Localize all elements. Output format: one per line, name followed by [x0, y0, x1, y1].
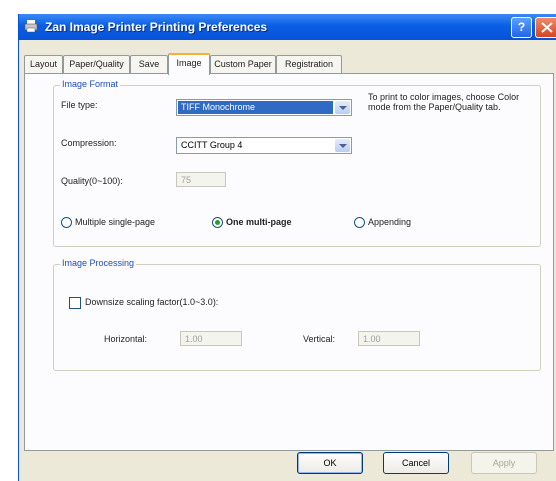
tab-save[interactable]: Save — [130, 55, 168, 73]
quality-input[interactable]: 75 — [176, 172, 226, 187]
image-tab-panel: Image Format File type: TIFF Monochrome … — [24, 73, 554, 451]
radio-multiple-single-page[interactable] — [61, 217, 72, 228]
file-type-label: File type: — [61, 100, 98, 110]
radio-one-multi-page[interactable] — [212, 217, 223, 228]
tab-registration[interactable]: Registration — [276, 55, 342, 73]
close-button[interactable] — [535, 17, 556, 38]
window-title: Zan Image Printer Printing Preferences — [45, 20, 268, 34]
image-processing-group-label: Image Processing — [60, 258, 137, 268]
compression-label: Compression: — [61, 138, 117, 148]
compression-select[interactable]: CCITT Group 4 — [176, 137, 352, 154]
radio-one-multi-page-label: One multi-page — [226, 217, 292, 227]
tab-paper-quality[interactable]: Paper/Quality — [63, 55, 130, 73]
chevron-down-icon[interactable] — [335, 101, 350, 114]
downsample-label: Downsize scaling factor(1.0~3.0): — [85, 297, 219, 307]
tab-custom-paper[interactable]: Custom Paper — [210, 55, 276, 73]
vertical-label: Vertical: — [303, 334, 336, 344]
compression-value: CCITT Group 4 — [181, 140, 243, 150]
quality-label: Quality(0~100): — [61, 176, 123, 186]
image-format-group: Image Format File type: TIFF Monochrome … — [53, 79, 541, 247]
file-type-value: TIFF Monochrome — [178, 101, 333, 114]
ok-button[interactable]: OK — [297, 452, 363, 474]
file-type-select[interactable]: TIFF Monochrome — [176, 99, 352, 116]
printer-icon — [24, 20, 38, 33]
printing-preferences-dialog: Zan Image Printer Printing Preferences ?… — [18, 14, 556, 481]
radio-multiple-single-page-label: Multiple single-page — [75, 217, 156, 227]
radio-appending[interactable] — [354, 217, 365, 228]
title-bar[interactable]: Zan Image Printer Printing Preferences ? — [19, 14, 556, 40]
cancel-button[interactable]: Cancel — [383, 452, 449, 474]
image-processing-group: Image Processing Downsize scaling factor… — [53, 258, 541, 371]
help-button[interactable]: ? — [511, 17, 532, 38]
apply-button[interactable]: Apply — [471, 452, 537, 474]
close-icon — [541, 22, 553, 33]
vertical-input[interactable]: 1.00 — [358, 331, 420, 346]
tab-layout[interactable]: Layout — [24, 55, 63, 73]
horizontal-input[interactable]: 1.00 — [180, 331, 242, 346]
color-mode-hint: To print to color images, choose Color m… — [368, 92, 520, 112]
image-format-group-label: Image Format — [60, 79, 121, 89]
horizontal-label: Horizontal: — [104, 334, 148, 344]
tab-image[interactable]: Image — [168, 53, 210, 75]
chevron-down-icon[interactable] — [335, 139, 350, 152]
radio-appending-label: Appending — [368, 217, 412, 227]
downsample-checkbox[interactable] — [69, 297, 81, 309]
